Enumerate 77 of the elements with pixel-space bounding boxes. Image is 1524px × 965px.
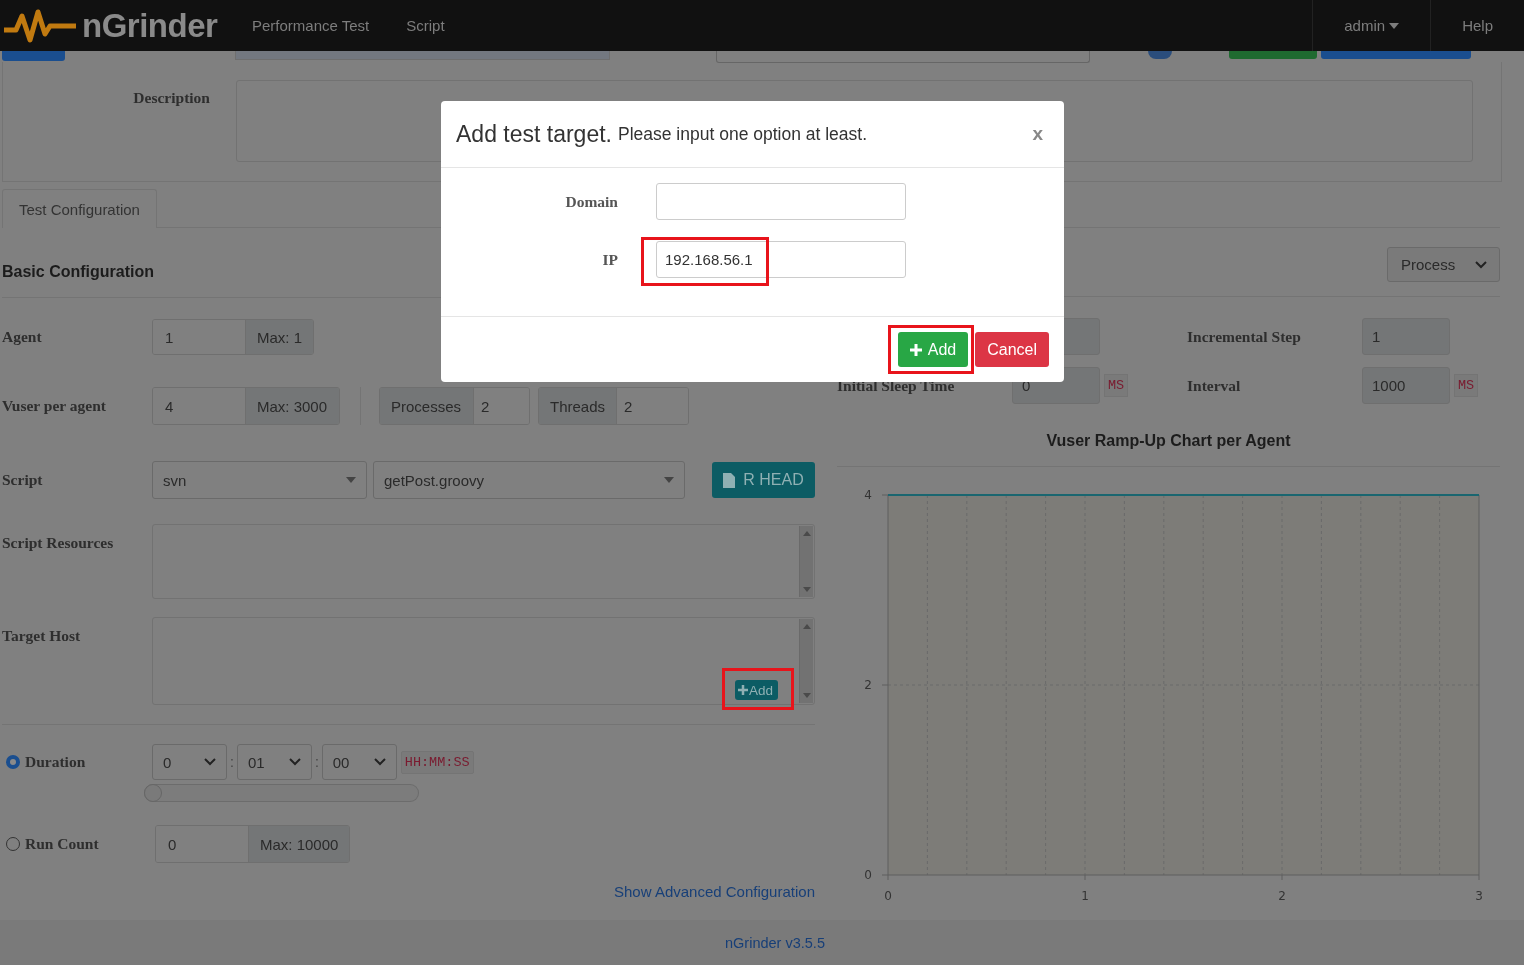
y-tick-label: 2 bbox=[864, 678, 872, 692]
field-label: Interval bbox=[1187, 376, 1242, 395]
slider-thumb[interactable] bbox=[144, 784, 162, 802]
duration-slider[interactable] bbox=[144, 784, 419, 802]
y-tick-label: 4 bbox=[864, 488, 872, 502]
field-label: Agent bbox=[2, 328, 42, 346]
chevron-down-icon bbox=[373, 758, 386, 766]
x-tick-label: 1 bbox=[1081, 889, 1089, 903]
nav-link[interactable]: Script bbox=[406, 17, 445, 34]
add-host-button[interactable]: Add bbox=[735, 680, 778, 700]
run-count-field[interactable]: 0 Max: 10000 bbox=[155, 825, 350, 863]
dialog-subtitle: Please input one option at least. bbox=[618, 123, 868, 145]
chevron-down-icon bbox=[288, 758, 301, 766]
interval-field[interactable]: 1000 bbox=[1362, 367, 1450, 404]
dropdown-caret-icon bbox=[346, 477, 356, 483]
text-field[interactable]: 192.168.56.1 bbox=[656, 241, 906, 278]
close-button[interactable]: x bbox=[1026, 123, 1049, 145]
scroll-down-icon[interactable] bbox=[802, 693, 811, 698]
x-tick-label: 3 bbox=[1475, 889, 1483, 903]
field-label: Target Host bbox=[2, 627, 81, 645]
tab[interactable]: Test Configuration bbox=[2, 189, 157, 228]
chevron-down-icon bbox=[204, 758, 216, 766]
advanced-configuration-link[interactable]: Show Advanced Configuration bbox=[614, 883, 815, 900]
cancel-button[interactable]: Cancel bbox=[975, 332, 1049, 367]
plus-icon bbox=[909, 343, 922, 356]
scrollbar[interactable] bbox=[799, 526, 813, 597]
minutes-select[interactable]: 01 bbox=[236, 744, 312, 780]
time-format-hint: HH:MM:SS bbox=[400, 750, 474, 774]
scroll-up-icon[interactable] bbox=[802, 624, 811, 629]
y-tick-label: 0 bbox=[864, 868, 872, 882]
field-label: IP bbox=[601, 250, 618, 269]
nav-link[interactable]: Performance Test bbox=[252, 17, 370, 34]
description-label: Description bbox=[132, 88, 210, 108]
waveform-logo-icon bbox=[2, 7, 78, 44]
field-label: Duration bbox=[25, 753, 86, 771]
radio-button[interactable] bbox=[6, 837, 20, 851]
seconds-select[interactable]: 00 bbox=[321, 744, 397, 780]
field-label: Script Resources bbox=[2, 534, 114, 552]
dropdown-caret-icon bbox=[664, 477, 674, 483]
processes-field[interactable]: Processes 2 bbox=[379, 387, 530, 425]
unit-label: MS bbox=[1454, 374, 1479, 397]
field-label: Run Count bbox=[25, 835, 99, 853]
step-field[interactable]: 1 bbox=[1362, 318, 1450, 355]
revision-button[interactable]: R HEAD bbox=[712, 462, 815, 498]
x-tick-label: 0 bbox=[884, 889, 892, 903]
agent-field[interactable]: 1 Max: 1 bbox=[152, 319, 314, 355]
brand-name: nGrinder bbox=[82, 6, 218, 45]
chevron-down-icon bbox=[1475, 260, 1487, 269]
ramp-up-mode-select[interactable]: Process bbox=[1387, 247, 1500, 282]
dialog-title: Add test target. bbox=[456, 120, 612, 148]
scrollbar[interactable] bbox=[799, 619, 813, 703]
unit-label: MS bbox=[1104, 374, 1129, 397]
vuser-field[interactable]: 4 Max: 3000 bbox=[152, 387, 340, 425]
field-label: Domain bbox=[564, 192, 618, 211]
field-label: Vuser per agent bbox=[2, 397, 106, 415]
hours-select[interactable]: 0 bbox=[152, 744, 227, 780]
script-select[interactable]: getPost.groovy bbox=[373, 461, 685, 499]
plus-icon bbox=[738, 685, 748, 695]
field-label: Incremental Step bbox=[1187, 327, 1302, 346]
field-label: Script bbox=[2, 471, 43, 489]
time-separator: : bbox=[314, 754, 319, 770]
scroll-up-icon[interactable] bbox=[802, 531, 811, 536]
partial-icon bbox=[1148, 51, 1172, 59]
dropdown-caret-icon bbox=[1389, 22, 1400, 29]
text-field[interactable] bbox=[656, 183, 906, 220]
threads-field[interactable]: Threads 2 bbox=[538, 387, 689, 425]
x-tick-label: 2 bbox=[1278, 889, 1286, 903]
repository-select[interactable]: svn bbox=[152, 461, 367, 499]
chart-title: Vuser Ramp-Up Chart per Agent bbox=[1046, 432, 1291, 449]
document-icon bbox=[723, 472, 736, 488]
section-title: Basic Configuration bbox=[2, 263, 154, 280]
version-link[interactable]: nGrinder v3.5.5 bbox=[725, 934, 825, 951]
radio-button[interactable] bbox=[6, 755, 20, 769]
add-button[interactable]: Add bbox=[897, 332, 969, 367]
script-resources-field[interactable] bbox=[152, 524, 815, 599]
time-separator: : bbox=[230, 754, 234, 770]
scroll-down-icon[interactable] bbox=[802, 587, 811, 592]
